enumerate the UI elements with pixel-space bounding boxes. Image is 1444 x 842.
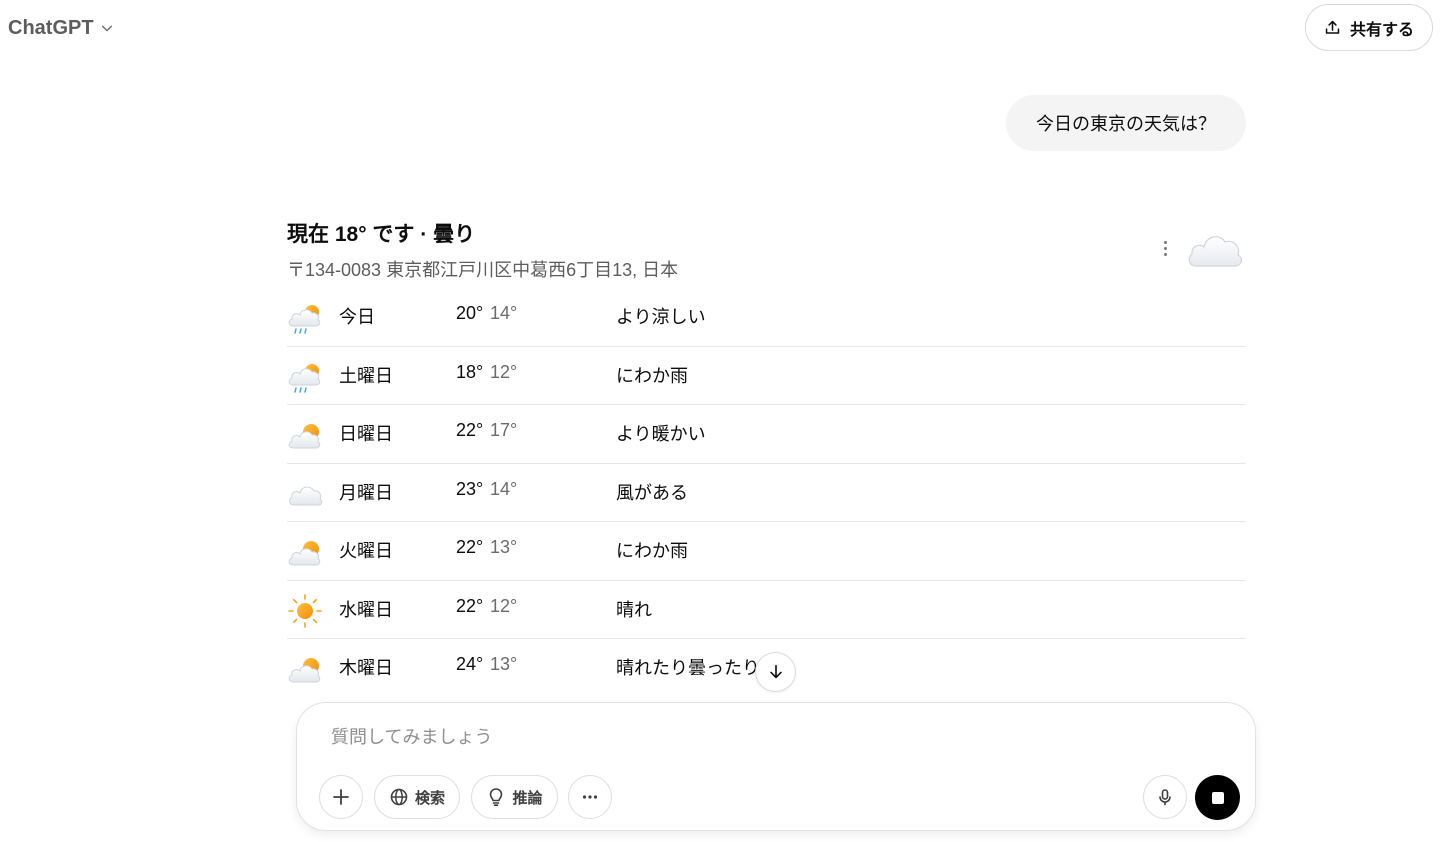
prompt-input[interactable]: [331, 723, 1211, 751]
forecast-row: 月曜日 23° 14° 風がある: [287, 464, 1246, 522]
rain-sun-cloud-icon: [287, 359, 323, 395]
forecast-high: 23°: [456, 478, 484, 499]
partly-cloudy-icon: [287, 651, 323, 687]
model-name: ChatGPT: [8, 16, 94, 39]
forecast-description: 風がある: [616, 482, 688, 503]
globe-icon: [390, 788, 408, 806]
forecast-day: 月曜日: [339, 482, 393, 503]
share-label: 共有する: [1349, 21, 1414, 39]
forecast-day: 今日: [339, 307, 375, 327]
forecast-description: 晴れたり曇ったり: [616, 658, 760, 678]
partly-cloudy-icon: [287, 534, 323, 570]
forecast-high: 18°: [456, 361, 484, 382]
rain-sun-cloud-icon: [287, 300, 323, 336]
chevron-down-icon: [101, 25, 112, 32]
forecast-low: 14°: [490, 303, 518, 323]
attach-button[interactable]: [319, 775, 363, 819]
user-message-bubble: 今日の東京の天気は？: [1006, 95, 1246, 151]
forecast-high: 22°: [456, 537, 484, 557]
microphone-icon: [1159, 789, 1171, 806]
search-label: 検索: [414, 789, 445, 807]
forecast-row: 今日 20° 14° より涼しい: [287, 288, 1246, 347]
forecast-high: 22°: [456, 595, 484, 616]
forecast-low: 12°: [490, 361, 518, 382]
plus-icon: [333, 789, 349, 805]
user-message-text: 今日の東京の天気は？: [1036, 114, 1216, 134]
ellipsis-icon: [582, 795, 598, 799]
forecast-low: 13°: [490, 654, 518, 674]
forecast-row: 日曜日 22° 17° より暖かい: [287, 405, 1246, 464]
forecast-low: 13°: [490, 537, 518, 557]
lightbulb-icon: [490, 788, 503, 806]
weather-address: 〒134-0083 東京都江戸川区中葛西6丁目13, 日本: [287, 260, 679, 280]
search-button[interactable]: 検索: [374, 775, 460, 819]
forecast-high: 20°: [456, 303, 484, 323]
forecast-high: 22°: [456, 420, 484, 440]
forecast-description: にわか雨: [616, 365, 688, 386]
forecast-low: 12°: [490, 595, 518, 616]
stop-icon: [1211, 791, 1224, 804]
partly-cloudy-icon: [287, 417, 323, 453]
arrow-down-icon: [769, 664, 782, 679]
forecast-description: にわか雨: [616, 541, 688, 561]
forecast-low: 17°: [490, 420, 518, 440]
cloud-icon: [287, 476, 323, 512]
forecast-day: 木曜日: [339, 658, 393, 678]
forecast-day: 日曜日: [339, 424, 393, 444]
more-options-button[interactable]: [1154, 236, 1176, 260]
forecast-description: より涼しい: [616, 307, 706, 327]
forecast-description: 晴れ: [616, 599, 652, 620]
scroll-to-bottom-button[interactable]: [755, 652, 796, 692]
forecast-day: 火曜日: [339, 541, 393, 561]
composer: 検索 推論: [296, 702, 1256, 831]
model-switcher[interactable]: ChatGPT: [8, 14, 114, 42]
more-tools-button[interactable]: [568, 775, 612, 819]
microphone-button[interactable]: [1143, 775, 1187, 819]
forecast-low: 14°: [490, 478, 518, 499]
weather-current-title: 現在 18° です · 曇り: [287, 223, 476, 246]
sun-icon: [287, 593, 323, 629]
share-button[interactable]: 共有する: [1305, 4, 1433, 51]
forecast-high: 24°: [456, 654, 484, 674]
forecast-day: 水曜日: [339, 599, 393, 620]
forecast-description: より暖かい: [616, 424, 706, 444]
forecast-row: 火曜日 22° 13° にわか雨: [287, 522, 1246, 581]
cloud-icon: [1188, 236, 1243, 267]
forecast-day: 土曜日: [339, 365, 393, 386]
stop-generating-button[interactable]: [1195, 775, 1240, 820]
forecast-row: 土曜日 18° 12° にわか雨: [287, 347, 1246, 405]
reason-button[interactable]: 推論: [471, 775, 558, 819]
forecast-list: 今日 20° 14° より涼しい 土曜日 18° 12° にわか雨 日曜日 22…: [287, 288, 1246, 698]
reason-label: 推論: [512, 789, 543, 807]
share-icon: [1325, 20, 1340, 34]
forecast-row: 水曜日 22° 12° 晴れ: [287, 581, 1246, 639]
